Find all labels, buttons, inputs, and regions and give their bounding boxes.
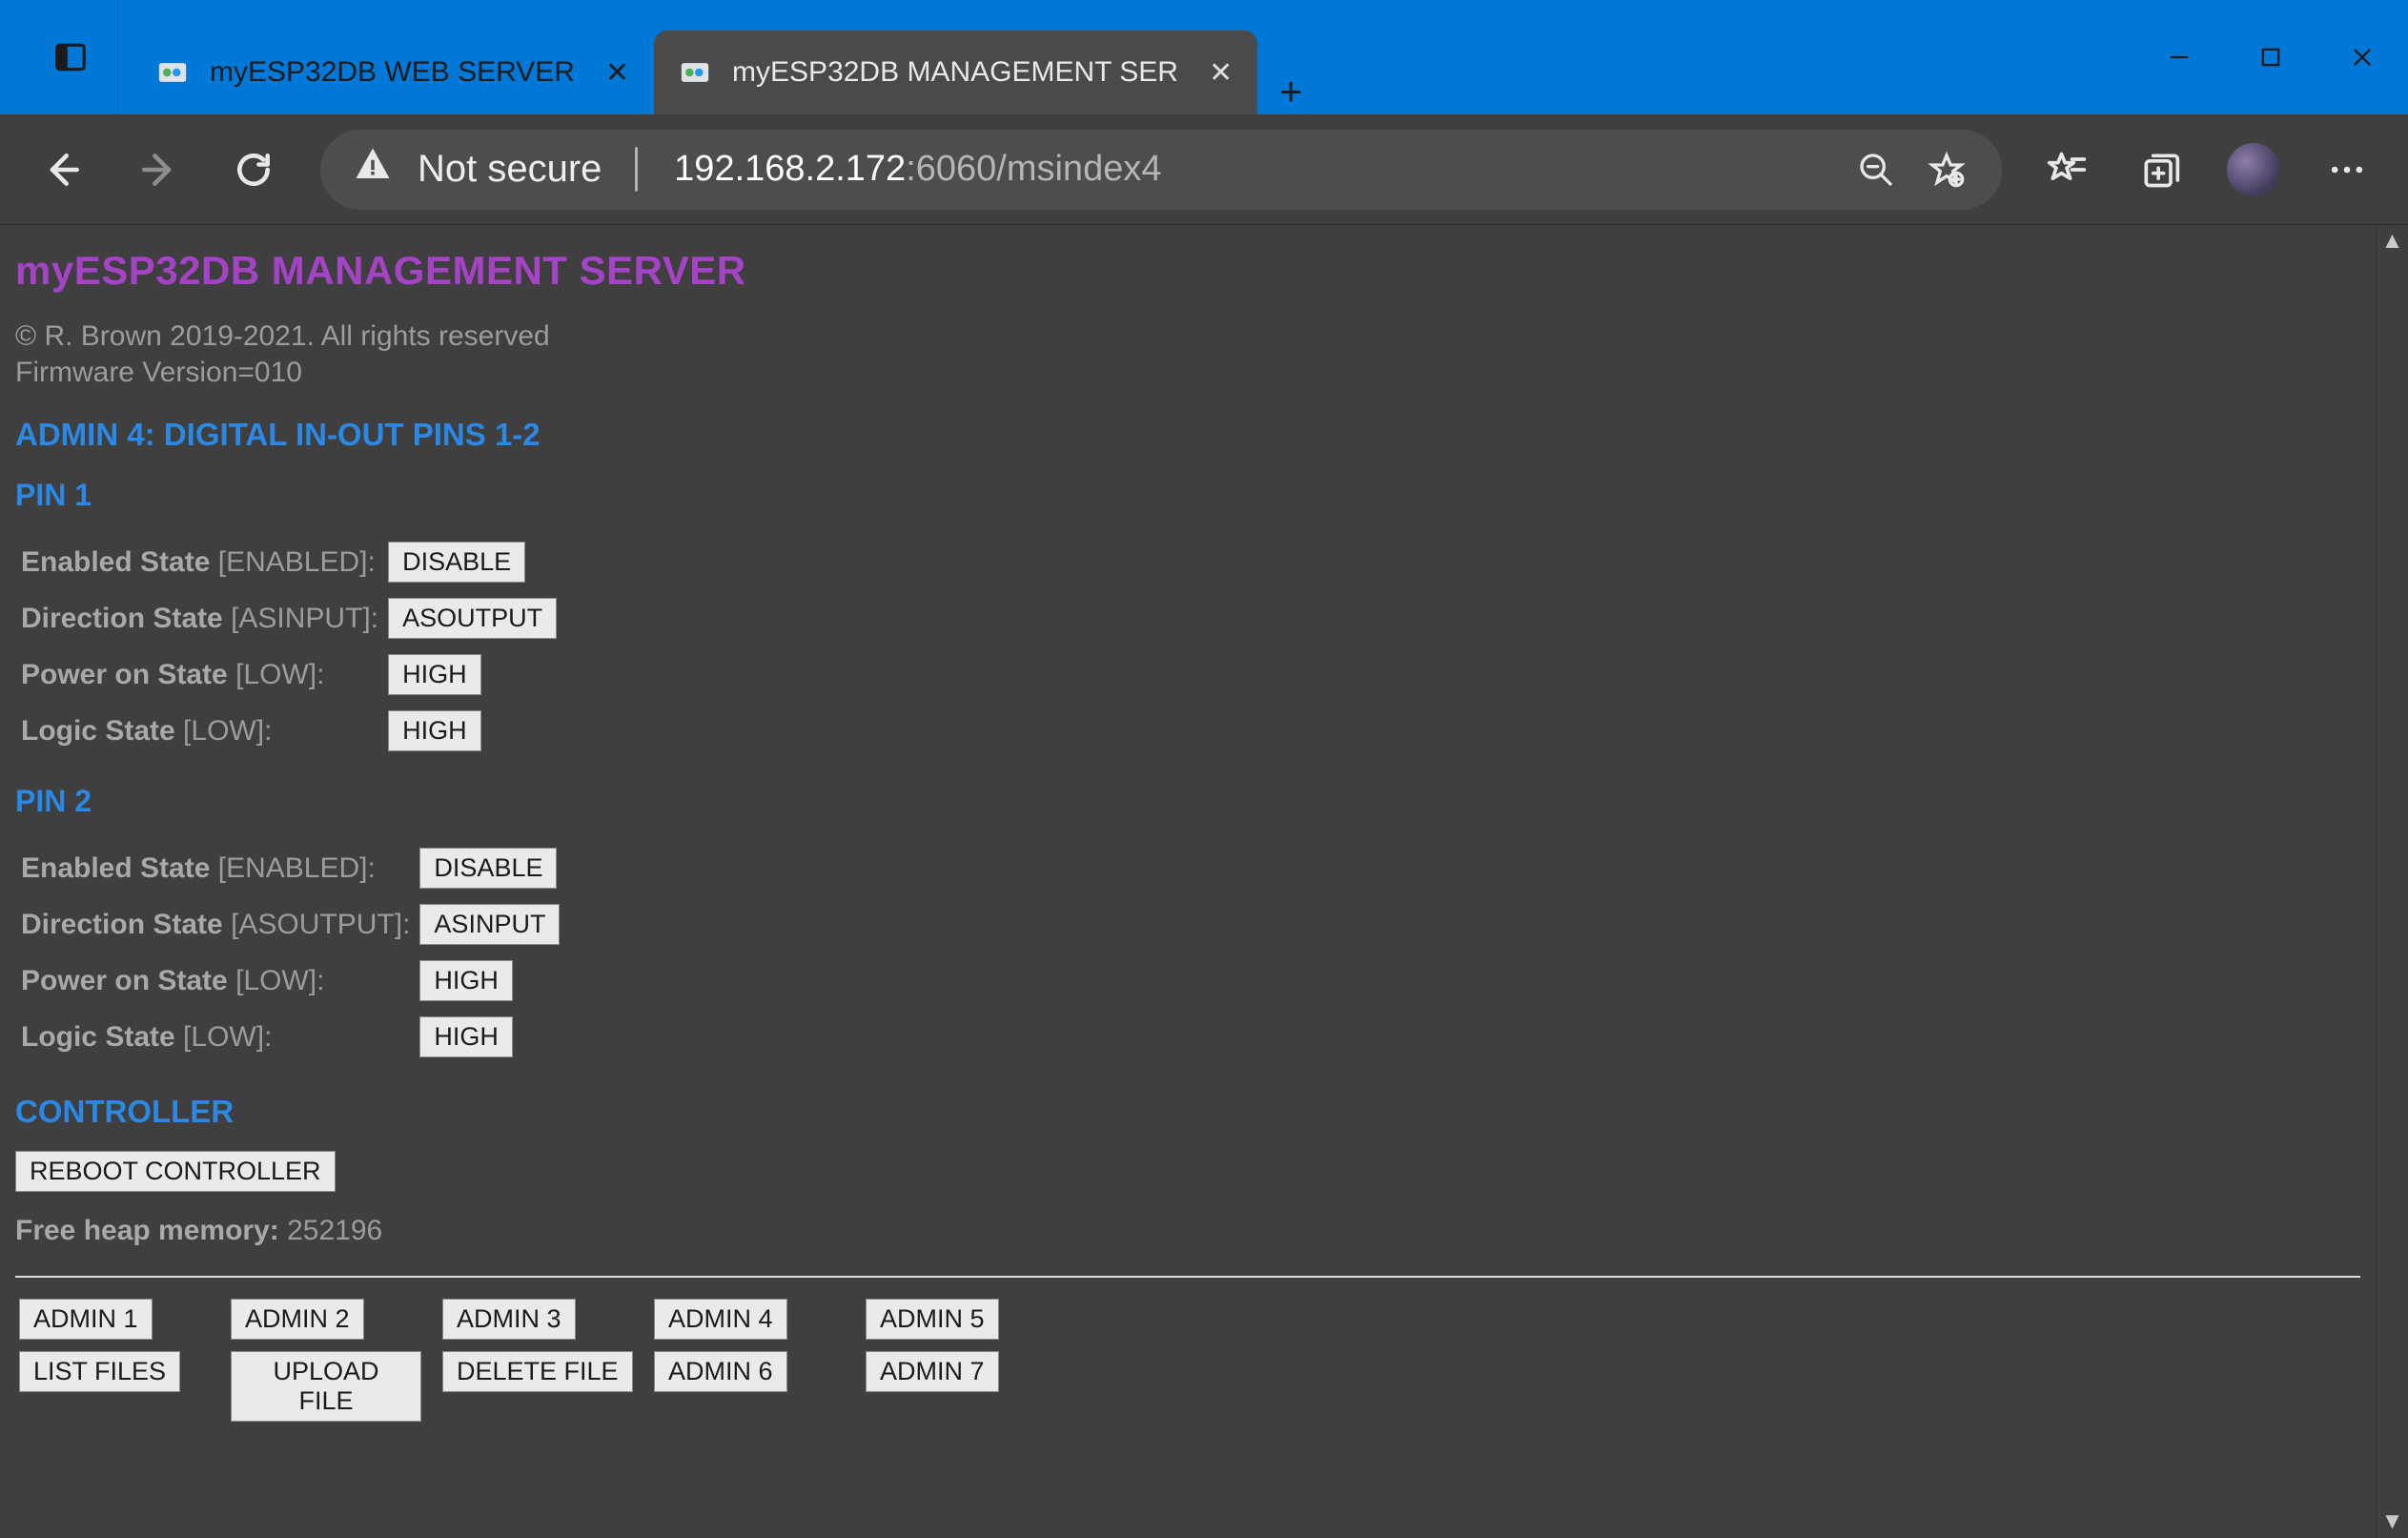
favicon-icon <box>679 56 711 89</box>
favorites-button[interactable] <box>2040 143 2093 196</box>
new-tab-button[interactable]: + <box>1257 69 1324 114</box>
url-host: 192.168.2.172 <box>674 149 906 189</box>
table-row: Logic State [LOW]: HIGH <box>21 1009 569 1065</box>
row-label: Logic State <box>21 715 175 747</box>
vertical-scrollbar[interactable]: ▲ ▼ <box>2376 225 2408 1538</box>
admin1-button[interactable]: ADMIN 1 <box>19 1299 153 1340</box>
arrow-right-icon <box>137 149 179 191</box>
row-value: [ASOUTPUT]: <box>231 909 410 940</box>
pin2-poweron-button[interactable]: HIGH <box>419 960 513 1001</box>
admin7-button[interactable]: ADMIN 7 <box>866 1351 999 1392</box>
pin1-poweron-button[interactable]: HIGH <box>388 654 481 695</box>
window-maximize-button[interactable] <box>2225 0 2316 114</box>
collections-button[interactable] <box>2133 143 2187 196</box>
zoom-out-icon <box>1857 151 1895 189</box>
star-list-icon <box>2046 149 2088 191</box>
row-value: [LOW]: <box>183 715 272 747</box>
tab-actions-button[interactable] <box>0 0 118 114</box>
table-row: Direction State [ASINPUT]: ASOUTPUT <box>21 590 566 646</box>
table-row: Power on State [LOW]: HIGH <box>21 953 569 1009</box>
collections-icon <box>2139 149 2181 191</box>
row-value: [LOW]: <box>235 659 324 690</box>
admin2-button[interactable]: ADMIN 2 <box>231 1299 364 1340</box>
admin5-button[interactable]: ADMIN 5 <box>866 1299 999 1340</box>
refresh-button[interactable] <box>225 141 282 198</box>
zoom-out-button[interactable] <box>1853 151 1899 189</box>
admin4-button[interactable]: ADMIN 4 <box>654 1299 787 1340</box>
pin2-heading: PIN 2 <box>15 784 2360 819</box>
row-value: [ENABLED]: <box>218 546 376 578</box>
ellipsis-icon <box>2326 149 2368 191</box>
url-rest: :6060/msindex4 <box>906 149 1161 189</box>
row-label: Power on State <box>21 965 228 996</box>
pin1-heading: PIN 1 <box>15 478 2360 513</box>
pin2-disable-button[interactable]: DISABLE <box>419 848 557 889</box>
row-value: [LOW]: <box>183 1021 272 1053</box>
arrow-left-icon <box>42 149 84 191</box>
list-files-button[interactable]: LIST FILES <box>19 1351 180 1392</box>
table-row: Direction State [ASOUTPUT]: ASINPUT <box>21 896 569 953</box>
pin2-logic-button[interactable]: HIGH <box>419 1016 513 1057</box>
refresh-icon <box>233 149 275 191</box>
controller-heading: CONTROLLER <box>15 1094 2360 1130</box>
favorite-button[interactable] <box>1924 151 1969 189</box>
menu-button[interactable] <box>2320 143 2374 196</box>
address-bar[interactable]: Not secure │ 192.168.2.172:6060/msindex4 <box>320 130 2002 210</box>
delete-file-button[interactable]: DELETE FILE <box>442 1351 633 1392</box>
row-value: [LOW]: <box>235 965 324 996</box>
close-icon[interactable]: ✕ <box>605 56 629 90</box>
section-heading: ADMIN 4: DIGITAL IN-OUT PINS 1-2 <box>15 417 2360 453</box>
window-minimize-button[interactable] <box>2133 0 2225 114</box>
upload-file-button[interactable]: UPLOAD FILE <box>231 1351 421 1422</box>
tab-title: myESP32DB WEB SERVER <box>210 56 575 89</box>
row-label: Direction State <box>21 909 223 940</box>
window-close-button[interactable] <box>2316 0 2408 114</box>
pin1-disable-button[interactable]: DISABLE <box>388 542 525 583</box>
security-label: Not secure <box>418 148 602 191</box>
forward-button[interactable] <box>130 141 187 198</box>
row-label: Logic State <box>21 1021 175 1053</box>
row-value: [ASINPUT]: <box>231 603 378 634</box>
row-label: Power on State <box>21 659 228 690</box>
favicon-icon <box>156 56 189 89</box>
firmware-line: Firmware Version=010 <box>15 355 2360 391</box>
table-row: Logic State [LOW]: HIGH <box>21 703 566 759</box>
table-row: Power on State [LOW]: HIGH <box>21 646 566 703</box>
titlebar: myESP32DB WEB SERVER ✕ myESP32DB MANAGEM… <box>0 0 2408 114</box>
scroll-up-icon[interactable]: ▲ <box>2377 225 2408 257</box>
table-row: Enabled State [ENABLED]: DISABLE <box>21 840 569 896</box>
pin2-direction-button[interactable]: ASINPUT <box>419 904 560 945</box>
tab-active[interactable]: myESP32DB MANAGEMENT SER ✕ <box>654 31 1257 114</box>
reboot-controller-button[interactable]: REBOOT CONTROLLER <box>15 1151 336 1192</box>
separator <box>15 1276 2360 1278</box>
browser-toolbar: Not secure │ 192.168.2.172:6060/msindex4 <box>0 114 2408 225</box>
admin-nav: ADMIN 1 ADMIN 2 ADMIN 3 ADMIN 4 ADMIN 5 … <box>19 1299 2360 1422</box>
star-add-icon <box>1928 151 1966 189</box>
table-row: Enabled State [ENABLED]: DISABLE <box>21 534 566 590</box>
tab-actions-icon <box>52 39 89 75</box>
back-button[interactable] <box>34 141 92 198</box>
page-content: myESP32DB MANAGEMENT SERVER © R. Brown 2… <box>0 225 2376 1538</box>
divider: │ <box>626 149 649 190</box>
pin1-table: Enabled State [ENABLED]: DISABLE Directi… <box>21 534 566 759</box>
pin1-logic-button[interactable]: HIGH <box>388 710 481 751</box>
tab-inactive-1[interactable]: myESP32DB WEB SERVER ✕ <box>132 31 654 114</box>
admin6-button[interactable]: ADMIN 6 <box>654 1351 787 1392</box>
close-icon[interactable]: ✕ <box>1209 56 1233 90</box>
heap-value: 252196 <box>287 1215 382 1246</box>
heap-label: Free heap memory: <box>15 1215 279 1246</box>
row-value: [ENABLED]: <box>218 852 376 884</box>
row-label: Enabled State <box>21 852 210 884</box>
pin1-direction-button[interactable]: ASOUTPUT <box>388 598 557 639</box>
not-secure-icon <box>353 145 393 195</box>
page-title: myESP32DB MANAGEMENT SERVER <box>15 248 2360 294</box>
tab-title: myESP32DB MANAGEMENT SER <box>732 56 1178 89</box>
admin3-button[interactable]: ADMIN 3 <box>442 1299 576 1340</box>
scroll-down-icon[interactable]: ▼ <box>2377 1506 2408 1538</box>
profile-avatar[interactable] <box>2227 143 2280 196</box>
row-label: Enabled State <box>21 546 210 578</box>
row-label: Direction State <box>21 603 223 634</box>
copyright-line: © R. Brown 2019-2021. All rights reserve… <box>15 318 2360 355</box>
pin2-table: Enabled State [ENABLED]: DISABLE Directi… <box>21 840 569 1065</box>
